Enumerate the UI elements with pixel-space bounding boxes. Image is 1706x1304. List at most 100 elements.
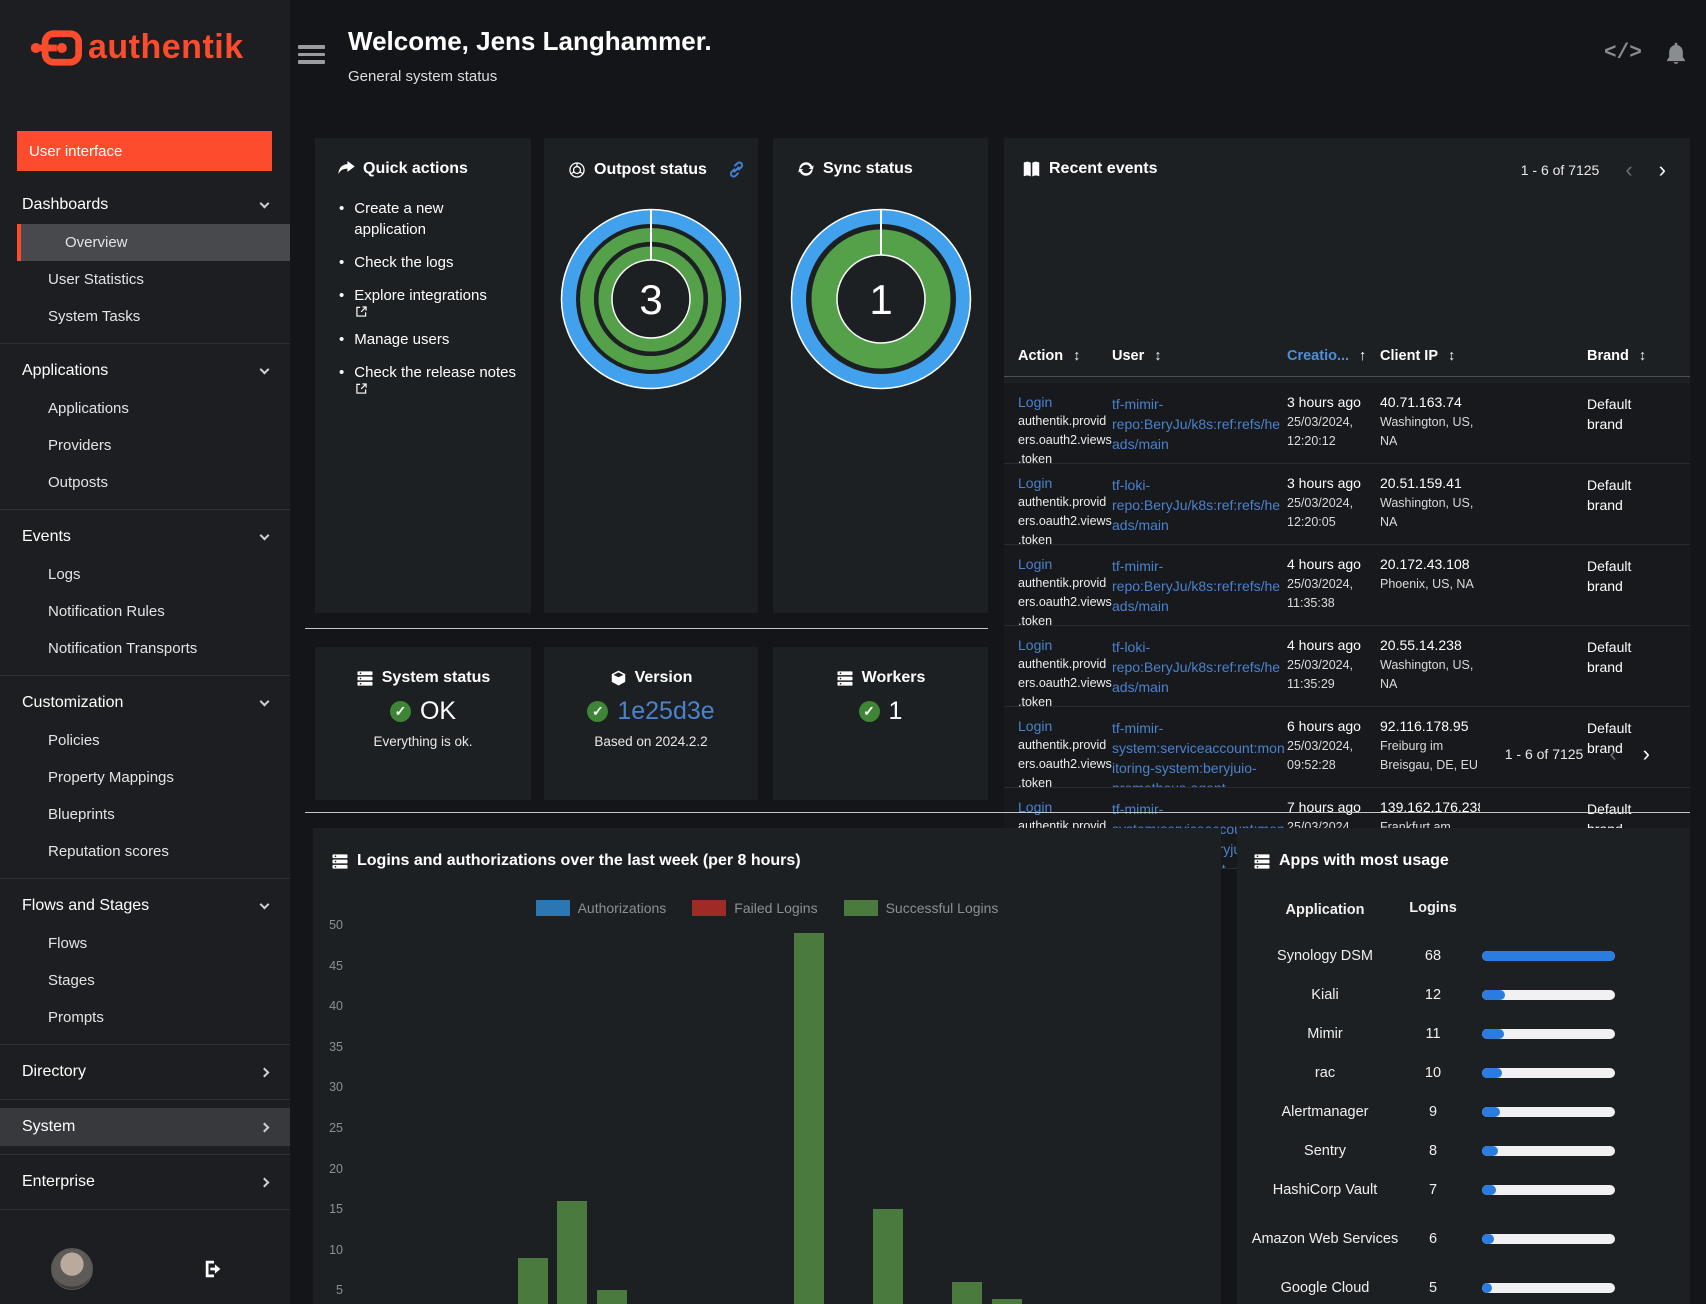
event-context: authentik.providers.oauth2.views.token (1018, 576, 1112, 625)
app-usage-row: HashiCorp Vault 7 (1237, 1170, 1690, 1209)
sidebar-section-flows-and-stages[interactable]: Flows and Stages (0, 887, 290, 925)
svg-text:1: 1 (869, 276, 892, 323)
event-row[interactable]: Login authentik.providers.oauth2.views.to… (1004, 626, 1690, 707)
event-row[interactable]: Login authentik.providers.oauth2.views.to… (1004, 545, 1690, 626)
event-user-link[interactable]: tf-loki-repo:BeryJu/k8s:ref:refs/heads/m… (1112, 475, 1287, 535)
event-user-link[interactable]: tf-mimir-repo:BeryJu/k8s:ref:refs/heads/… (1112, 556, 1287, 616)
apps-usage-title: Apps with most usage (1279, 852, 1449, 869)
sidebar-item-property-mappings[interactable]: Property Mappings (0, 759, 290, 796)
sidebar-section-label: Applications (22, 362, 109, 379)
sidebar-item-overview[interactable]: Overview (17, 224, 290, 261)
app-usage-row: Alertmanager 9 (1237, 1092, 1690, 1131)
page-prev-icon[interactable]: ‹ (1625, 159, 1632, 181)
quick-action-explore-integrations[interactable]: • Explore integrations (339, 285, 517, 317)
sidebar-item-logs[interactable]: Logs (0, 556, 290, 593)
event-action-link[interactable]: Login (1018, 475, 1052, 491)
event-brand: Default brand (1587, 477, 1632, 513)
app-login-count: 8 (1428, 1142, 1438, 1159)
sidebar-item-user-statistics[interactable]: User Statistics (0, 261, 290, 298)
app-name: Google Cloud (1280, 1279, 1370, 1296)
workers-title: Workers (861, 669, 926, 686)
page-next-icon[interactable]: › (1643, 743, 1650, 765)
legend-item-authorizations[interactable]: Authorizations (535, 900, 666, 916)
api-browser-icon[interactable]: </> (1604, 42, 1642, 65)
quick-actions-card: Quick actions • Create a new application •… (315, 138, 531, 613)
event-action-link[interactable]: Login (1018, 637, 1052, 653)
legend-item-failed-logins[interactable]: Failed Logins (692, 900, 818, 916)
outpost-icon (568, 161, 586, 179)
bar-successful-logins[interactable] (596, 1290, 627, 1304)
version-card: Version ✓ 1e25d3e Based on 2024.2.2 (544, 647, 758, 800)
event-user-link[interactable]: tf-loki-repo:BeryJu/k8s:ref:refs/heads/m… (1112, 637, 1287, 697)
sidebar-item-notification-rules[interactable]: Notification Rules (0, 593, 290, 630)
page-next-icon[interactable]: › (1659, 159, 1666, 181)
sidebar-item-policies[interactable]: Policies (0, 722, 290, 759)
page-prev-icon[interactable]: ‹ (1609, 743, 1616, 765)
bar-successful-logins[interactable] (794, 933, 825, 1304)
event-user-link[interactable]: tf-mimir-repo:BeryJu/k8s:ref:refs/heads/… (1112, 394, 1287, 454)
column-header-user[interactable]: User ↕ (1112, 348, 1287, 364)
sidebar-section-directory[interactable]: Directory (0, 1053, 290, 1091)
sort-icon[interactable]: ↕ (1448, 348, 1455, 364)
menu-toggle-icon[interactable] (298, 45, 325, 64)
quick-action-create-a-new-application[interactable]: • Create a new application (339, 198, 517, 240)
sign-out-icon[interactable] (203, 1258, 225, 1280)
event-time-ago: 4 hours ago (1287, 637, 1361, 653)
authentik-logo[interactable]: authentik (30, 28, 244, 67)
authentik-admin-dashboard: authentik User interface Dashboards Overv… (0, 0, 1706, 1304)
quick-action-manage-users[interactable]: • Manage users (339, 329, 517, 350)
user-interface-button[interactable]: User interface (17, 131, 272, 171)
y-tick-label: 15 (329, 1202, 343, 1217)
sidebar-item-flows[interactable]: Flows (0, 925, 290, 962)
event-action-link[interactable]: Login (1018, 556, 1052, 572)
sidebar-section-enterprise[interactable]: Enterprise (0, 1163, 290, 1201)
sort-icon[interactable]: ↕ (1154, 348, 1161, 364)
sort-icon[interactable]: ↕ (1073, 348, 1080, 364)
sidebar-item-notification-transports[interactable]: Notification Transports (0, 630, 290, 667)
event-row[interactable]: Login authentik.providers.oauth2.views.to… (1004, 464, 1690, 545)
sidebar-item-system-tasks[interactable]: System Tasks (0, 298, 290, 335)
outpost-link-icon[interactable] (727, 160, 746, 179)
quick-action-check-the-release-notes[interactable]: • Check the release notes (339, 362, 517, 394)
sidebar-item-outposts[interactable]: Outposts (0, 464, 290, 501)
sidebar-section-events[interactable]: Events (0, 518, 290, 556)
sidebar-item-blueprints[interactable]: Blueprints (0, 796, 290, 833)
legend-item-successful-logins[interactable]: Successful Logins (843, 900, 998, 916)
sort-icon[interactable]: ↑ (1359, 348, 1366, 364)
event-user-link[interactable]: tf-mimir-system:serviceaccount:monitorin… (1112, 718, 1287, 787)
sidebar-section-customization[interactable]: Customization (0, 684, 290, 722)
quick-actions-icon (337, 161, 355, 177)
event-action-link[interactable]: Login (1018, 394, 1052, 410)
version-value-link[interactable]: 1e25d3e (617, 697, 714, 726)
bar-successful-logins[interactable] (952, 1282, 983, 1304)
sidebar-item-stages[interactable]: Stages (0, 962, 290, 999)
event-action-link[interactable]: Login (1018, 718, 1052, 734)
sidebar-item-reputation-scores[interactable]: Reputation scores (0, 833, 290, 870)
sidebar-section-system[interactable]: System (0, 1108, 290, 1146)
sidebar-section-dashboards[interactable]: Dashboards (0, 186, 290, 224)
bar-successful-logins[interactable] (517, 1257, 548, 1304)
sidebar-item-providers[interactable]: Providers (0, 427, 290, 464)
sidebar-item-applications[interactable]: Applications (0, 390, 290, 427)
column-header-client-ip[interactable]: Client IP ↕ (1380, 348, 1480, 364)
sidebar-item-prompts[interactable]: Prompts (0, 999, 290, 1036)
bullet-icon: • (339, 364, 345, 381)
bar-successful-logins[interactable] (873, 1209, 904, 1304)
event-row[interactable]: Login authentik.providers.oauth2.views.to… (1004, 383, 1690, 464)
bar-successful-logins[interactable] (991, 1298, 1022, 1304)
chevron-right-icon (259, 1122, 270, 1132)
event-client-ip: 20.51.159.41 (1380, 475, 1462, 491)
sidebar-section-applications[interactable]: Applications (0, 352, 290, 390)
avatar[interactable] (51, 1248, 93, 1290)
quick-action-check-the-logs[interactable]: • Check the logs (339, 252, 517, 273)
column-label: Action (1018, 348, 1064, 364)
sync-status-donut[interactable]: 1 (790, 208, 972, 390)
column-header-action[interactable]: Action ↕ (1018, 348, 1112, 364)
bar-successful-logins[interactable] (557, 1201, 588, 1304)
event-client-ip: 92.116.178.95 (1380, 718, 1469, 734)
notifications-bell-icon[interactable] (1663, 40, 1689, 67)
column-header-creatio-[interactable]: Creatio... ↑ (1287, 348, 1380, 364)
outpost-status-donut[interactable]: 3 (560, 208, 742, 390)
column-header-brand[interactable]: Brand ↕ (1587, 348, 1667, 364)
sort-icon[interactable]: ↕ (1639, 348, 1646, 364)
